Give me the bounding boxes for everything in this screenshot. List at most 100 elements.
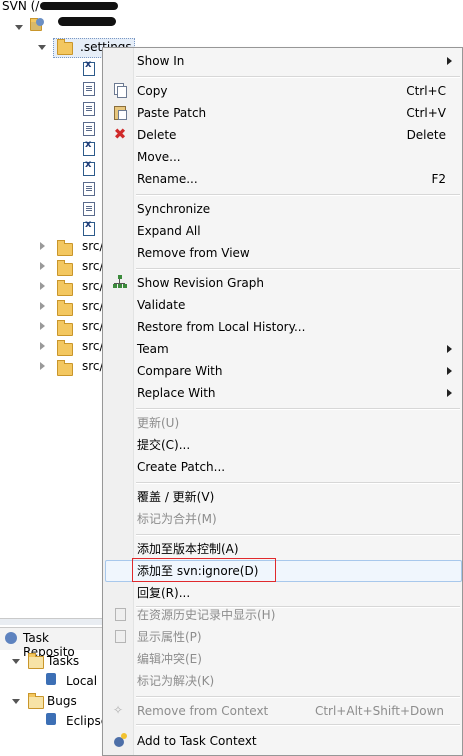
history-icon (113, 607, 127, 621)
annotation-highlight-box (132, 558, 276, 582)
menu-item-remove-from-view[interactable]: Remove from View (105, 242, 460, 264)
view-divider (0, 618, 104, 625)
folder-icon (57, 360, 73, 376)
svn-root-label: SVN (/ (2, 0, 39, 16)
file-icon[interactable] (83, 82, 95, 96)
menu-item-validate[interactable]: Validate (105, 294, 460, 316)
menu-item-show-in[interactable]: Show In (105, 50, 460, 72)
src-expand-twisty[interactable] (40, 342, 45, 350)
menu-item-override-update[interactable]: 覆盖 / 更新(V) (105, 486, 460, 508)
menu-item-paste-patch[interactable]: Paste Patch Ctrl+V (105, 102, 460, 124)
remove-context-icon: ✧ (113, 703, 124, 717)
context-menu: Show In Copy Ctrl+C Paste Patch Ctrl+V ✖… (102, 47, 463, 756)
menu-separator (136, 482, 460, 484)
local-repository-label[interactable]: Local (66, 671, 97, 691)
xml-file-icon[interactable] (83, 59, 95, 76)
add-context-icon (113, 733, 127, 747)
folder-icon (57, 280, 73, 296)
menu-separator (136, 534, 460, 536)
project-icon (30, 18, 44, 32)
redacted-text (40, 2, 118, 10)
bugs-label[interactable]: Bugs (47, 691, 77, 711)
project-expand-twisty[interactable] (15, 25, 23, 30)
src-expand-twisty[interactable] (40, 282, 45, 290)
menu-separator (136, 76, 460, 78)
src-folder-label[interactable]: src/ (82, 276, 104, 296)
menu-item-delete[interactable]: ✖ Delete Delete (105, 124, 460, 146)
svn-root-text: SVN (/ (2, 0, 40, 13)
menu-item-synchronize[interactable]: Synchronize (105, 198, 460, 220)
menu-item-mark-resolved[interactable]: 标记为解决(K) (105, 670, 460, 692)
menu-item-team[interactable]: Team (105, 338, 460, 360)
folder-icon (57, 320, 73, 336)
tasks-expand-twisty[interactable] (12, 659, 20, 664)
menu-separator (136, 408, 460, 410)
folder-icon (57, 340, 73, 356)
settings-folder-icon (57, 39, 73, 55)
xml-file-icon[interactable] (83, 219, 95, 236)
folder-icon (57, 300, 73, 316)
src-expand-twisty[interactable] (40, 262, 45, 270)
menu-separator (136, 696, 460, 698)
menu-item-remove-from-context[interactable]: ✧ Remove from Context Ctrl+Alt+Shift+Dow… (105, 700, 460, 722)
task-repositories-tab[interactable]: Task Reposito (0, 627, 104, 659)
src-expand-twisty[interactable] (40, 242, 45, 250)
properties-icon (113, 629, 127, 643)
menu-item-compare-with[interactable]: Compare With (105, 360, 460, 382)
folder-icon (57, 260, 73, 276)
redacted-project-name (58, 17, 116, 26)
menu-item-mark-merged[interactable]: 标记为合并(M) (105, 508, 460, 530)
file-icon[interactable] (83, 202, 95, 216)
src-expand-twisty[interactable] (40, 302, 45, 310)
bugs-folder-icon (28, 693, 44, 709)
src-folder-label[interactable]: src/ (82, 356, 104, 376)
submenu-arrow-icon (447, 57, 452, 65)
xml-file-icon[interactable] (83, 139, 95, 156)
settings-expand-twisty[interactable] (38, 45, 46, 50)
src-expand-twisty[interactable] (40, 362, 45, 370)
menu-item-rename[interactable]: Rename... F2 (105, 168, 460, 190)
xml-file-icon[interactable] (83, 159, 95, 176)
menu-item-show-in-history[interactable]: 在资源历史记录中显示(H) (105, 604, 460, 626)
src-folder-label[interactable]: src/ (82, 336, 104, 356)
file-icon[interactable] (83, 182, 95, 196)
menu-item-copy[interactable]: Copy Ctrl+C (105, 80, 460, 102)
menu-item-add-to-task-context[interactable]: Add to Task Context (105, 730, 460, 752)
menu-separator (136, 268, 460, 270)
paste-icon (113, 105, 127, 120)
menu-item-move[interactable]: Move... (105, 146, 460, 168)
src-folder-label[interactable]: src/ (82, 256, 104, 276)
submenu-arrow-icon (447, 367, 452, 375)
tasks-label[interactable]: Tasks (47, 651, 79, 671)
bugs-expand-twisty[interactable] (12, 699, 20, 704)
menu-item-expand-all[interactable]: Expand All (105, 220, 460, 242)
submenu-arrow-icon (447, 389, 452, 397)
menu-item-restore-local-history[interactable]: Restore from Local History... (105, 316, 460, 338)
local-repository-icon (46, 673, 56, 685)
menu-item-add-to-version-control[interactable]: 添加至版本控制(A) (105, 538, 460, 560)
menu-item-revert[interactable]: 回复(R)... (105, 582, 460, 604)
submenu-arrow-icon (447, 345, 452, 353)
menu-item-show-properties[interactable]: 显示属性(P) (105, 626, 460, 648)
folder-icon (57, 240, 73, 256)
src-folder-label[interactable]: src/ (82, 236, 104, 256)
copy-icon (113, 83, 127, 98)
revision-graph-icon (113, 275, 127, 289)
menu-item-edit-conflict[interactable]: 编辑冲突(E) (105, 648, 460, 670)
src-expand-twisty[interactable] (40, 322, 45, 330)
file-icon[interactable] (83, 122, 95, 136)
delete-icon: ✖ (113, 125, 127, 143)
task-repository-icon (5, 632, 17, 644)
src-folder-label[interactable]: src/ (82, 296, 104, 316)
menu-item-show-revision-graph[interactable]: Show Revision Graph (105, 272, 460, 294)
menu-separator (136, 724, 460, 726)
menu-item-replace-with[interactable]: Replace With (105, 382, 460, 404)
menu-separator (136, 194, 460, 196)
menu-item-commit[interactable]: 提交(C)... (105, 434, 460, 456)
tasks-folder-icon (28, 653, 44, 669)
eclipse-repository-icon (46, 713, 56, 725)
file-icon[interactable] (83, 102, 95, 116)
menu-item-create-patch[interactable]: Create Patch... (105, 456, 460, 478)
menu-item-update[interactable]: 更新(U) (105, 412, 460, 434)
src-folder-label[interactable]: src/ (82, 316, 104, 336)
